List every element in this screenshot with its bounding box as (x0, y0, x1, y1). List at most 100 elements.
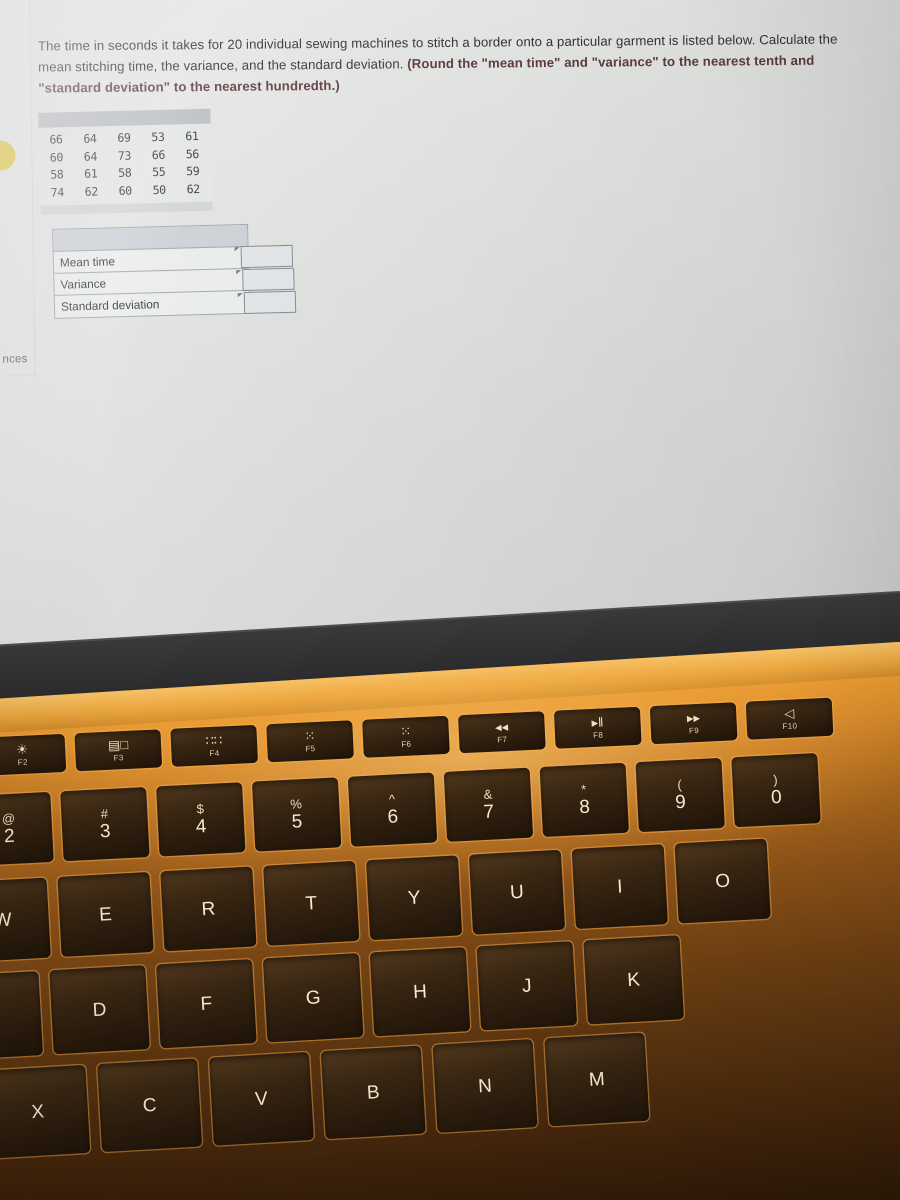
key-e[interactable]: E (57, 872, 154, 957)
data-cell: 73 (117, 148, 132, 163)
key-6[interactable]: ^ 6 (347, 772, 438, 847)
key-d[interactable]: D (49, 965, 150, 1055)
key-3-shift-label: # (100, 805, 109, 821)
answer-input-wrap (236, 267, 295, 292)
key-m[interactable]: M (544, 1032, 650, 1127)
key-j[interactable]: J (476, 941, 578, 1031)
left-panel-divider-bottom (4, 374, 37, 376)
laptop-screen: nces The time in seconds it takes for 20… (0, 0, 900, 690)
key-f4[interactable]: ∷∷ F4 (170, 724, 259, 767)
key-c[interactable]: C (97, 1058, 203, 1153)
key-6-shift-label: ^ (388, 790, 396, 807)
key-2[interactable]: @ 2 (0, 791, 54, 867)
key-f9[interactable]: ▸▸ F9 (649, 702, 738, 745)
key-g[interactable]: G (262, 953, 364, 1043)
key-t-label: T (304, 892, 318, 915)
key-b[interactable]: B (320, 1045, 426, 1140)
key-k[interactable]: K (583, 935, 684, 1025)
key-2-shift-label: @ (1, 810, 16, 826)
key-j-label: J (521, 975, 533, 997)
key-f8-label: F8 (592, 730, 604, 740)
data-cell: 59 (186, 163, 200, 179)
key-o[interactable]: O (674, 838, 771, 924)
standard-deviation-input[interactable] (237, 290, 297, 315)
key-9-shift-label: ( (677, 776, 683, 792)
key-n-label: N (477, 1075, 493, 1097)
data-cell: 62 (186, 181, 200, 196)
key-k-label: K (626, 968, 641, 991)
key-9-label: 9 (674, 791, 687, 813)
key-5[interactable]: % 5 (251, 777, 342, 852)
key-f3-label: F3 (113, 752, 124, 763)
key-d-label: D (92, 998, 107, 1021)
answer-table: Mean time Variance Standard deviation (52, 223, 297, 319)
references-link[interactable]: nces (2, 353, 27, 365)
data-cell: 55 (152, 164, 166, 180)
key-3[interactable]: # 3 (60, 787, 150, 862)
key-y-label: Y (407, 886, 421, 909)
key-t[interactable]: T (263, 860, 360, 946)
key-c-label: C (142, 1094, 158, 1117)
key-b-label: B (366, 1081, 381, 1104)
play-pause-icon: ▸‖ (591, 713, 604, 730)
key-i-label: I (616, 875, 623, 898)
key-5-shift-label: % (289, 795, 303, 812)
brightness-up-icon: ☀ (15, 741, 29, 757)
key-r[interactable]: R (160, 866, 257, 952)
key-r-label: R (200, 898, 216, 920)
key-f7[interactable]: ◂◂ F7 (458, 711, 546, 754)
cell-marker-icon (236, 270, 242, 275)
mute-icon: ◁ (783, 704, 795, 721)
key-9[interactable]: ( 9 (635, 757, 725, 833)
fast-forward-icon: ▸▸ (686, 709, 701, 726)
key-w[interactable]: W (0, 877, 51, 963)
key-f3[interactable]: ▤□ F3 (74, 729, 163, 772)
data-cell: 66 (49, 132, 63, 147)
data-cell: 62 (84, 183, 98, 199)
key-x-label: X (30, 1100, 45, 1123)
rewind-icon: ◂◂ (494, 718, 509, 735)
key-h-label: H (412, 980, 428, 1003)
data-cell: 66 (151, 147, 166, 162)
key-0-shift-label: ) (772, 771, 778, 787)
key-0-label: 0 (770, 786, 783, 808)
data-cell: 60 (118, 183, 132, 198)
answer-input-wrap (237, 290, 297, 315)
mean-time-input[interactable] (234, 244, 294, 269)
key-7[interactable]: & 7 (443, 767, 534, 842)
keyboard-bottom-row: Z X C V B N M (0, 1032, 650, 1165)
key-u-label: U (509, 881, 525, 904)
yellow-badge-icon (0, 140, 16, 171)
variance-input[interactable] (236, 267, 295, 292)
keyboard-brightness-up-icon: ⁙ (399, 723, 412, 739)
key-f2[interactable]: ☀ F2 (0, 733, 67, 776)
key-v-label: V (254, 1087, 269, 1110)
keyboard-deck: ☼ F1 ☀ F2 ▤□ F3 ∷∷ F4 ⁙ F5 ⁙ F6 ◂◂ F7 ▸ (0, 633, 900, 1200)
key-8[interactable]: * 8 (539, 762, 629, 838)
data-cell: 60 (49, 149, 64, 165)
data-cell: 69 (117, 130, 131, 145)
key-4[interactable]: $ 4 (156, 782, 246, 857)
key-u[interactable]: U (468, 849, 566, 935)
data-cell: 74 (50, 184, 64, 200)
key-f[interactable]: F (156, 959, 257, 1049)
data-cell: 56 (185, 146, 200, 161)
key-7-shift-label: & (483, 786, 493, 802)
key-7-label: 7 (482, 800, 495, 823)
key-f6[interactable]: ⁙ F6 (362, 715, 450, 758)
key-f5[interactable]: ⁙ F5 (266, 720, 354, 763)
key-h[interactable]: H (369, 947, 471, 1037)
key-n[interactable]: N (432, 1039, 538, 1133)
key-x[interactable]: X (0, 1064, 91, 1159)
key-s[interactable]: S (0, 971, 43, 1061)
cell-marker-icon (237, 293, 243, 298)
key-f10[interactable]: ◁ F10 (745, 697, 834, 740)
key-w-label: W (0, 909, 13, 931)
key-0[interactable]: ) 0 (731, 753, 821, 828)
key-i[interactable]: I (571, 844, 668, 930)
key-v[interactable]: V (208, 1052, 314, 1146)
key-m-label: M (588, 1068, 606, 1091)
key-f8[interactable]: ▸‖ F8 (553, 706, 642, 749)
key-y[interactable]: Y (365, 855, 463, 941)
key-6-label: 6 (387, 805, 399, 828)
